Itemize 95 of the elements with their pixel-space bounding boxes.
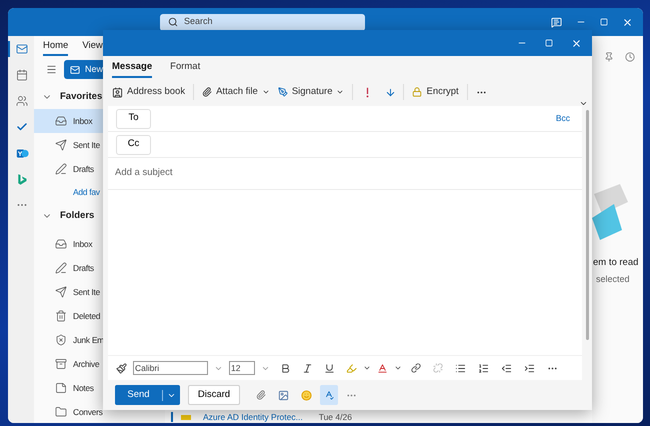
paintbrush-icon[interactable]	[116, 362, 127, 374]
search-field[interactable]: Search	[160, 14, 365, 30]
paperclip-icon[interactable]	[256, 390, 266, 400]
paperclip-icon	[202, 87, 212, 97]
ribbon-tab[interactable]: Home	[43, 38, 68, 56]
search-input[interactable]: Search	[184, 15, 334, 29]
send-icon	[55, 286, 67, 298]
clock-icon[interactable]	[625, 52, 635, 62]
editor-button[interactable]	[320, 385, 338, 405]
attach-file-button[interactable]: Attach file	[194, 84, 278, 100]
bullet-list-icon[interactable]	[455, 362, 466, 374]
cc-button[interactable]: Cc	[116, 134, 151, 154]
empty-state-title: em to read	[592, 256, 640, 270]
pencil-icon	[55, 163, 67, 175]
folder-label: Inbox	[73, 238, 92, 250]
app-icon	[16, 146, 28, 160]
folder-label: Inbox	[73, 114, 92, 128]
ribbon-tab[interactable]: Format	[170, 60, 200, 78]
folder-label: Notes	[73, 382, 94, 394]
calendar-icon	[16, 69, 28, 81]
add-favorite-link[interactable]: Add fav	[73, 186, 100, 199]
sender-icon	[181, 414, 191, 420]
signature-button[interactable]: Signature	[278, 84, 352, 100]
menu-icon[interactable]	[46, 64, 57, 75]
bold-icon[interactable]	[280, 362, 291, 374]
down-arrow-icon	[384, 86, 396, 98]
folder-icon	[55, 406, 67, 418]
feedback-icon[interactable]	[551, 16, 562, 28]
app-icon	[16, 172, 28, 186]
indent-icon[interactable]	[524, 362, 535, 374]
trash-icon	[55, 310, 67, 322]
ribbon-tab[interactable]: View	[82, 38, 103, 56]
font-color-icon[interactable]	[377, 362, 388, 374]
numbered-list-icon[interactable]	[478, 362, 489, 374]
close-icon[interactable]	[571, 38, 582, 48]
folder-item[interactable]: Sent Ite	[34, 280, 165, 304]
section-header: Favorites	[60, 90, 102, 104]
scrollbar-thumb[interactable]	[586, 110, 588, 340]
encrypt-button[interactable]: Encrypt	[404, 84, 467, 100]
folder-item[interactable]: Drafts	[34, 256, 165, 280]
junk-icon	[55, 334, 67, 346]
close-icon[interactable]	[622, 16, 633, 28]
pin-icon[interactable]	[604, 52, 614, 62]
folder-label: Drafts	[73, 262, 94, 274]
address-book-button[interactable]: Address book	[112, 84, 194, 100]
mail-icon	[70, 64, 80, 74]
caret-icon[interactable]	[363, 364, 371, 372]
chevron-icon[interactable]	[579, 99, 588, 108]
caret-icon[interactable]	[394, 364, 402, 372]
subject-field[interactable]: Add a subject	[115, 166, 515, 181]
lock-icon	[412, 87, 422, 97]
message-date: Tue 4/26	[318, 410, 352, 423]
exclamation-icon	[364, 86, 370, 98]
outdent-icon[interactable]	[501, 362, 512, 374]
pencil-icon	[55, 262, 67, 274]
font-size-field[interactable]: 12	[229, 361, 255, 375]
folder-label: Drafts	[73, 162, 94, 176]
folder-item[interactable]: Deleted	[34, 304, 165, 328]
send-label[interactable]: Send	[115, 388, 162, 402]
archive-icon	[55, 358, 67, 370]
folder-item[interactable]: Inbox	[34, 232, 165, 256]
send-button[interactable]: Send	[115, 385, 180, 405]
mail-icon	[16, 43, 28, 55]
address-book-icon	[112, 86, 123, 98]
message-row[interactable]: Azure AD Identity Protec... Tue 4/26	[165, 411, 592, 423]
send-icon	[55, 139, 67, 151]
link-icon[interactable]	[411, 363, 421, 373]
underline-icon[interactable]	[324, 362, 335, 374]
ribbon-tab[interactable]: Message	[112, 60, 152, 78]
section-header: Folders	[60, 208, 94, 223]
folder-label: Sent Ite	[73, 138, 100, 152]
caret-icon	[336, 88, 344, 96]
editor-icon	[324, 390, 334, 400]
to-button[interactable]: To	[116, 108, 151, 128]
folder-label: Convers	[73, 406, 103, 418]
font-field[interactable]: Calibri	[133, 361, 208, 375]
message-sender: Azure AD Identity Protec...	[203, 410, 303, 423]
folder-label: Deleted	[73, 310, 100, 322]
image-icon[interactable]	[278, 390, 289, 400]
search-icon	[168, 17, 178, 27]
note-icon	[55, 382, 67, 394]
discard-button[interactable]: Discard	[188, 385, 240, 405]
inbox-icon	[55, 238, 67, 250]
bcc-link[interactable]: Bcc	[556, 112, 570, 125]
folder-label: Sent Ite	[73, 286, 100, 298]
maximize-icon[interactable]	[600, 18, 608, 26]
folder-label: Archive	[73, 358, 100, 370]
empty-state-subtitle: selected	[595, 273, 631, 286]
pen-icon	[278, 87, 288, 97]
maximize-icon[interactable]	[545, 39, 553, 47]
inbox-icon	[55, 115, 67, 127]
italic-icon[interactable]	[302, 362, 313, 374]
checkmark-icon	[16, 121, 28, 133]
people-icon	[16, 95, 28, 107]
caret-icon	[262, 88, 270, 96]
